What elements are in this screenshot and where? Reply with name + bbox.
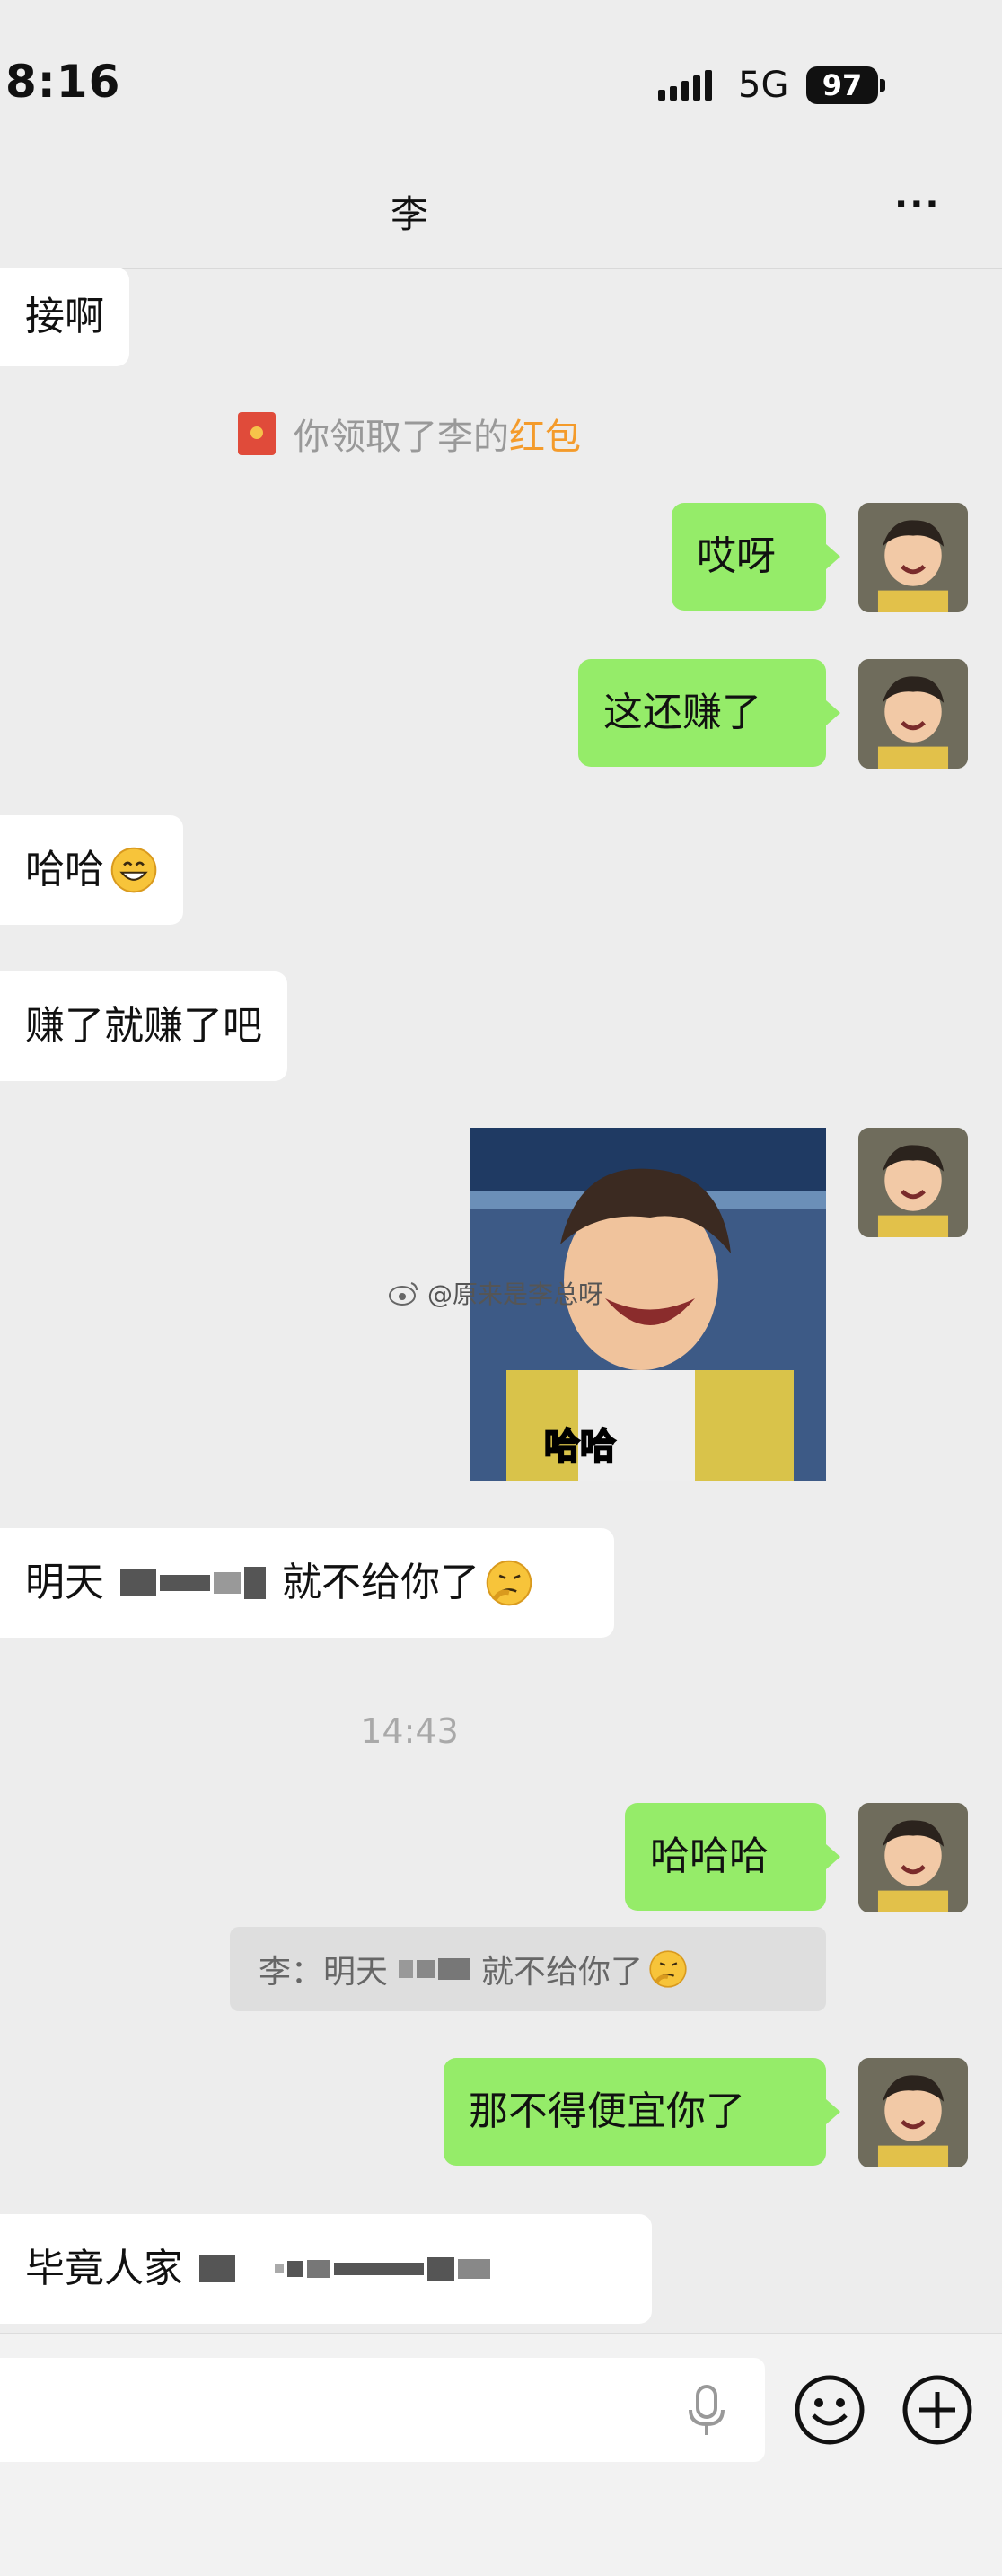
message-text: 哈哈 — [25, 847, 104, 892]
thinking-emoji-icon — [486, 1560, 532, 1606]
quote-text-end: 就不给你了 — [481, 1954, 644, 1991]
message-text: 那不得便宜你了 — [469, 2088, 745, 2134]
timestamp: 14:43 — [360, 1711, 459, 1751]
chat-title: 李 — [390, 192, 428, 236]
message-received[interactable]: 明天 就不给你了 — [0, 1528, 614, 1638]
status-time: 8:16 — [5, 56, 121, 108]
thinking-emoji-icon — [649, 1950, 687, 1988]
system-message-red-packet: 你领取了李的 红包 — [0, 408, 819, 460]
message-text: 哈哈哈 — [650, 1833, 769, 1879]
message-input[interactable] — [0, 2358, 765, 2462]
signal-icon — [658, 70, 712, 101]
red-packet-icon — [238, 412, 276, 455]
message-received[interactable]: 接啊 — [0, 268, 129, 366]
weibo-icon — [389, 1282, 418, 1306]
message-sent[interactable]: 哎呀 — [672, 503, 840, 611]
message-text: 这还赚了 — [603, 690, 761, 735]
message-sent[interactable]: 这还赚了 — [578, 659, 840, 767]
grinning-emoji-icon — [110, 847, 157, 893]
avatar[interactable] — [858, 2058, 968, 2167]
message-sent[interactable]: 哈哈哈 — [625, 1803, 840, 1911]
watermark-text: @原来是李总呀 — [427, 1279, 604, 1309]
censored-text — [399, 1949, 471, 1989]
system-text: 你领取了李的 — [294, 417, 509, 458]
message-text-start: 明天 — [25, 1560, 104, 1605]
red-packet-link[interactable]: 红包 — [509, 408, 581, 460]
photo-caption: 哈哈 — [543, 1425, 617, 1468]
censored-text — [199, 2249, 490, 2289]
battery-tip — [880, 79, 885, 92]
more-options-button[interactable]: ··· — [894, 184, 941, 225]
message-text-end: 就不给你了 — [282, 1560, 479, 1605]
message-received[interactable]: 赚了就赚了吧 — [0, 971, 287, 1081]
avatar[interactable] — [858, 503, 968, 612]
quoted-message[interactable]: 李：明天 就不给你了 — [230, 1927, 826, 2011]
emoji-icon[interactable] — [794, 2374, 866, 2446]
avatar[interactable] — [858, 1803, 968, 1912]
message-text: 接啊 — [25, 294, 104, 339]
watermark: @原来是李总呀 — [388, 1275, 603, 1311]
microphone-icon[interactable] — [682, 2383, 731, 2440]
plus-icon[interactable] — [901, 2374, 973, 2446]
network-type: 5G — [738, 65, 789, 106]
header-divider — [0, 268, 1002, 269]
message-text: 毕竟人家 — [25, 2246, 183, 2291]
message-received[interactable]: 哈哈 — [0, 815, 183, 925]
avatar[interactable] — [858, 1128, 968, 1237]
censored-text — [120, 1563, 266, 1603]
message-text: 赚了就赚了吧 — [25, 1003, 262, 1049]
avatar[interactable] — [858, 659, 968, 769]
message-received[interactable]: 毕竟人家 — [0, 2214, 652, 2324]
battery-indicator: 97 — [806, 66, 878, 104]
quote-text-start: 李：明天 — [259, 1954, 389, 1991]
message-text: 哎呀 — [697, 533, 776, 579]
message-sent[interactable]: 那不得便宜你了 — [444, 2058, 840, 2166]
